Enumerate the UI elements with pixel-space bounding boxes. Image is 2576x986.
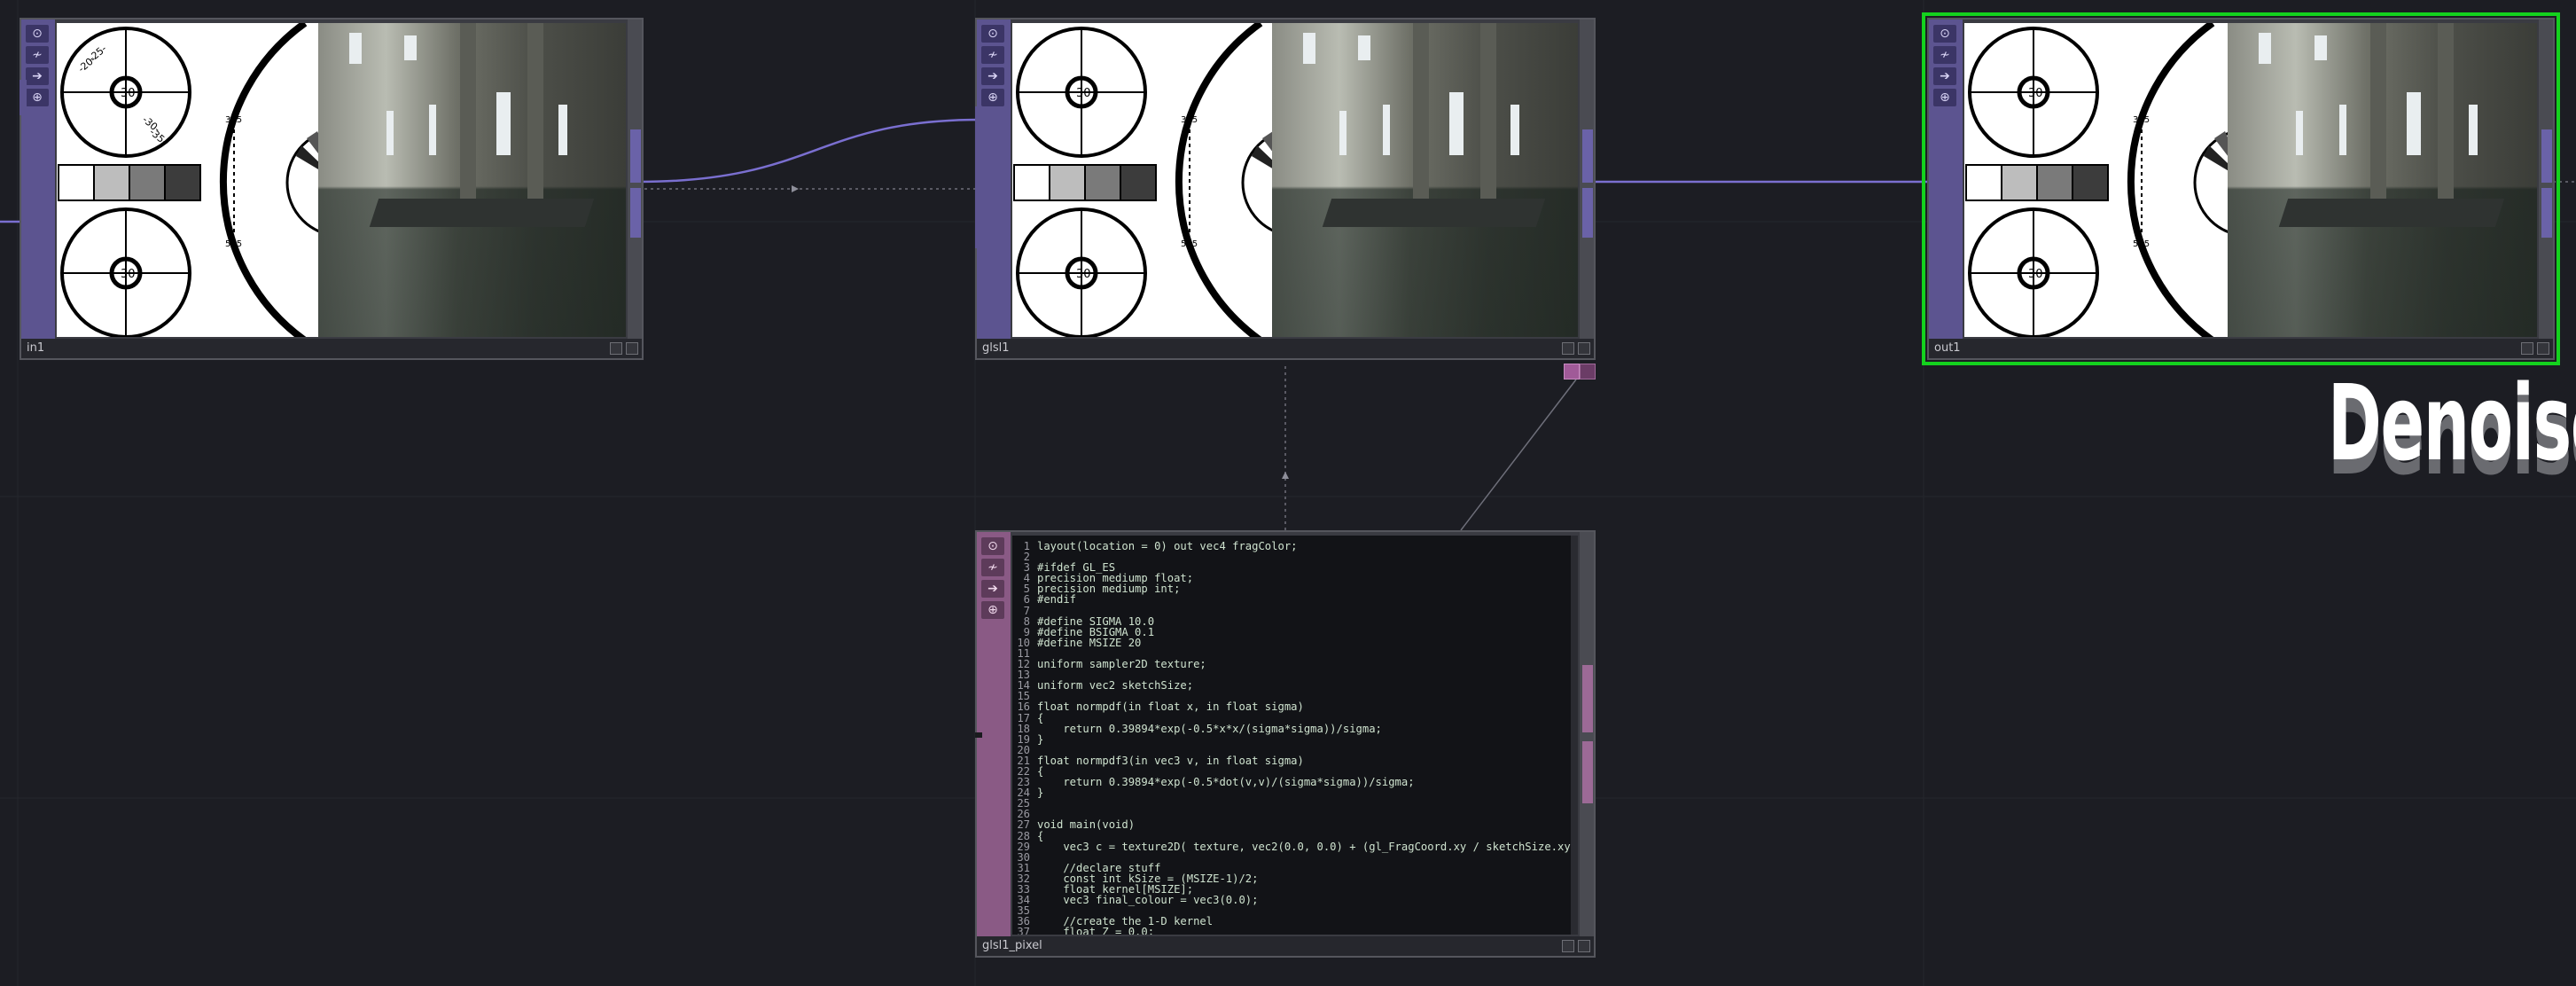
- shader-source[interactable]: layout(location = 0) out vec4 fragColor;…: [1037, 541, 1578, 935]
- node-glsl1-pixel[interactable]: ⊙ ≁ ➔ ⊕ 1 2 3 4 5 6 7 8 9 10 11 12 13 14…: [975, 530, 1596, 958]
- node-name-glsl1[interactable]: glsl1: [982, 341, 1010, 355]
- output-connector[interactable]: [1582, 188, 1593, 238]
- input-connector[interactable]: [975, 106, 982, 248]
- dial-label: 30: [1076, 87, 1091, 100]
- expand-icon[interactable]: [1578, 940, 1590, 952]
- bypass-flag-icon[interactable]: ≁: [981, 559, 1004, 576]
- mid-label: 575: [1181, 239, 1198, 249]
- wire-up-arrow-icon: [1282, 472, 1289, 479]
- viewer-flag-icon[interactable]: ⊙: [26, 25, 49, 43]
- lock-flag-icon[interactable]: ⊕: [26, 89, 49, 106]
- node-in1[interactable]: ⊙ ≁ ➔ ⊕ 30 -20- -25- -30- -35- 30 325 57…: [20, 18, 644, 360]
- node-viewer-in1[interactable]: 30 -20- -25- -30- -35- 30 325 575: [57, 23, 626, 337]
- export-flag-icon[interactable]: ➔: [1933, 67, 1956, 85]
- node-footer: out1: [1929, 339, 2553, 358]
- node-viewer-out1[interactable]: 30 30 325 575: [1964, 23, 2537, 337]
- node-footer: in1: [21, 339, 642, 358]
- wire-in1-to-glsl1: [637, 118, 981, 184]
- bypass-flag-icon[interactable]: ≁: [981, 46, 1004, 64]
- bypass-flag-icon[interactable]: ≁: [1933, 46, 1956, 64]
- hall-photo-image: [2228, 23, 2537, 337]
- export-flag-icon[interactable]: ➔: [26, 67, 49, 85]
- node-output-bar: [1580, 20, 1594, 339]
- code-editor[interactable]: 1 2 3 4 5 6 7 8 9 10 11 12 13 14 15 16 1…: [1012, 536, 1578, 935]
- input-connector[interactable]: [20, 80, 27, 115]
- node-viewer-glsl1[interactable]: 30 30 325 575: [1012, 23, 1578, 337]
- node-output-bar: [2539, 20, 2553, 339]
- node-sidebar: ⊙ ≁ ➔ ⊕: [1929, 20, 1963, 339]
- node-glsl1[interactable]: ⊙ ≁ ➔ ⊕ 30 30 325 575 glsl1: [975, 18, 1596, 360]
- wire-arrow-icon: [792, 185, 799, 192]
- output-connector[interactable]: [1582, 741, 1593, 803]
- expand-icon[interactable]: [1578, 342, 1590, 355]
- viewer-toggle-icon[interactable]: [1562, 342, 1574, 355]
- node-out1[interactable]: ⊙ ≁ ➔ ⊕ 30 30 325 575 out1: [1922, 12, 2560, 365]
- viewer-flag-icon[interactable]: ⊙: [1933, 25, 1956, 43]
- output-connector[interactable]: [1582, 665, 1593, 732]
- mid-label: 325: [225, 115, 242, 125]
- lock-flag-icon[interactable]: ⊕: [1933, 89, 1956, 106]
- mid-label: 575: [225, 239, 242, 249]
- dial-label: 30: [2028, 268, 2043, 281]
- mid-label: 575: [2133, 239, 2150, 249]
- viewer-flag-icon[interactable]: ⊙: [981, 25, 1004, 43]
- export-flag-icon[interactable]: ➔: [981, 580, 1004, 598]
- mid-label: 325: [2133, 115, 2150, 125]
- node-footer: glsl1: [977, 339, 1594, 358]
- output-connector[interactable]: [1582, 129, 1593, 183]
- hall-photo-image: [318, 23, 626, 337]
- line-numbers: 1 2 3 4 5 6 7 8 9 10 11 12 13 14 15 16 1…: [1017, 540, 1030, 935]
- node-output-bar: [1580, 532, 1594, 936]
- node-footer: glsl1_pixel: [977, 936, 1594, 956]
- dial-label: 30: [121, 87, 136, 100]
- viewer-toggle-icon[interactable]: [2521, 342, 2533, 355]
- node-sidebar: ⊙ ≁ ➔ ⊕: [21, 20, 55, 339]
- mid-label: 325: [1181, 115, 1198, 125]
- input-connector[interactable]: [975, 732, 982, 738]
- hall-photo-image: [1272, 23, 1578, 337]
- node-output-bar: [628, 20, 642, 339]
- export-flag-icon[interactable]: ➔: [981, 67, 1004, 85]
- annotation-title: Denoise: [2328, 362, 2576, 484]
- lock-flag-icon[interactable]: ⊕: [981, 89, 1004, 106]
- node-name-glsl1-pixel[interactable]: glsl1_pixel: [982, 939, 1042, 952]
- viewer-flag-icon[interactable]: ⊙: [981, 537, 1004, 555]
- editor-scrollbar[interactable]: [1571, 536, 1578, 935]
- output-connector[interactable]: [630, 188, 641, 238]
- dial-label: 30: [121, 268, 136, 281]
- viewer-toggle-icon[interactable]: [1562, 940, 1574, 952]
- viewer-toggle-icon[interactable]: [610, 342, 622, 355]
- output-connector[interactable]: [630, 129, 641, 183]
- expand-icon[interactable]: [2537, 342, 2549, 355]
- dial-label: 30: [2028, 87, 2043, 100]
- dial-label: 30: [1076, 268, 1091, 281]
- docked-dat-toggle-icon[interactable]: [1580, 364, 1596, 380]
- node-name-in1[interactable]: in1: [27, 341, 44, 355]
- wire-dat-docked: [1460, 379, 1577, 531]
- output-connector[interactable]: [2541, 129, 2552, 183]
- lock-flag-icon[interactable]: ⊕: [981, 601, 1004, 619]
- docked-dat-toggle-icon[interactable]: [1564, 364, 1580, 380]
- bypass-flag-icon[interactable]: ≁: [26, 46, 49, 64]
- node-name-out1[interactable]: out1: [1934, 341, 1961, 355]
- output-connector[interactable]: [2541, 188, 2552, 238]
- expand-icon[interactable]: [626, 342, 638, 355]
